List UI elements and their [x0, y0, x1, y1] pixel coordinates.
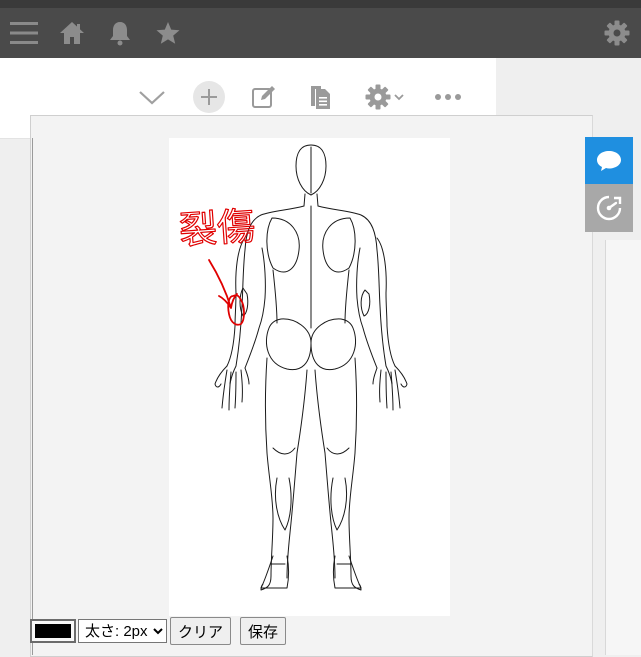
menu-button[interactable] [9, 18, 39, 48]
collapse-button[interactable] [136, 78, 168, 116]
top-navbar [0, 8, 641, 58]
drawing-canvas[interactable]: 裂傷 [169, 138, 450, 616]
star-icon [156, 22, 180, 44]
window-top-strip [0, 0, 641, 8]
more-button[interactable] [432, 78, 464, 116]
annotation-text: 裂傷 [178, 204, 257, 253]
clear-button[interactable]: クリア [170, 617, 232, 645]
save-button[interactable]: 保存 [240, 617, 287, 645]
document-button[interactable] [306, 78, 334, 116]
favorites-button[interactable] [153, 18, 183, 48]
settings-dropdown-button[interactable] [360, 78, 408, 116]
menu-icon [10, 22, 38, 44]
edit-button[interactable] [250, 78, 278, 116]
more-icon [435, 94, 461, 100]
bell-icon [110, 22, 130, 46]
color-picker[interactable] [30, 619, 76, 643]
add-button[interactable] [193, 78, 225, 116]
speed-button[interactable] [585, 184, 633, 232]
thickness-select[interactable]: 太さ: 2px [78, 619, 167, 643]
drawing-controls: 太さ: 2px クリア 保存 [30, 616, 287, 646]
chat-button[interactable] [585, 137, 633, 184]
right-column [605, 240, 641, 655]
settings-button[interactable] [602, 18, 632, 48]
edit-icon [252, 86, 275, 108]
home-icon [60, 22, 84, 44]
gear-icon [365, 84, 390, 110]
chat-icon [597, 150, 621, 171]
content-divider [32, 138, 33, 655]
gear-icon [604, 20, 630, 46]
chevron-down-icon [139, 91, 165, 105]
color-swatch-fill [35, 624, 71, 638]
document-icon [311, 86, 330, 109]
speedometer-icon [596, 195, 622, 221]
home-button[interactable] [57, 18, 87, 48]
body-diagram-back: 裂傷 [177, 144, 408, 591]
chevron-down-icon [393, 94, 404, 101]
notifications-button[interactable] [105, 18, 135, 48]
plus-icon [193, 81, 225, 113]
